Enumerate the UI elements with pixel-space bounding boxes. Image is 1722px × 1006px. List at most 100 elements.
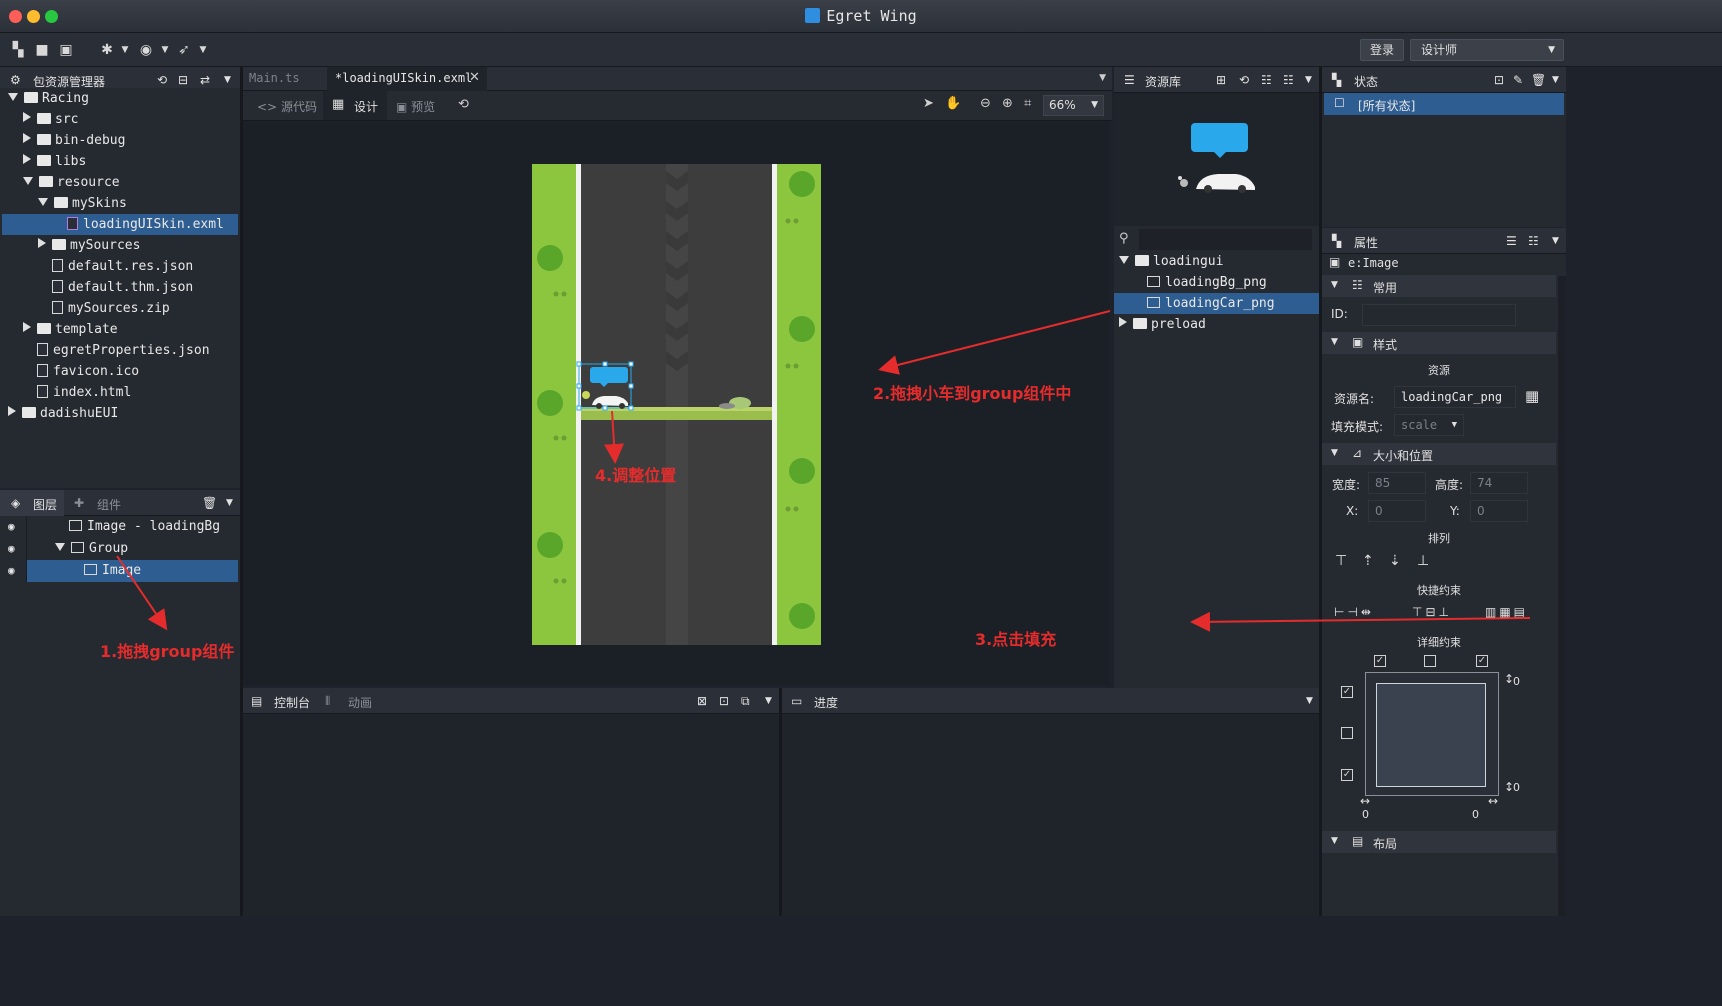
resource-search-input[interactable] [1139, 229, 1312, 250]
collapsed-arrow-icon[interactable] [23, 322, 31, 332]
layer-item[interactable]: ◉ Group [2, 538, 238, 560]
tab-components[interactable]: 组件 [97, 496, 121, 513]
project-tree-item[interactable]: favicon.ico [2, 361, 238, 382]
expanded-arrow-icon[interactable] [38, 198, 48, 206]
refresh-icon[interactable]: ⟲ [157, 73, 167, 87]
sort-icon[interactable]: ☰ [1506, 234, 1517, 248]
align-up-icon[interactable]: ⇡ [1362, 553, 1374, 569]
open-folder-icon[interactable]: ▚ [9, 41, 27, 59]
section-style[interactable]: ▼ ▣ 样式 [1322, 332, 1556, 354]
chevron-down-icon[interactable]: ▼ [765, 696, 772, 706]
link-icon[interactable]: ⇄ [200, 73, 210, 87]
edit-icon[interactable]: ✎ [1513, 73, 1523, 87]
resource-tree-item[interactable]: loadingBg_png [1114, 272, 1319, 293]
clear-log-icon[interactable]: ⊠ [697, 694, 707, 708]
resource-tree-item[interactable]: loadingCar_png [1114, 293, 1319, 314]
refresh-icon[interactable]: ⟲ [1239, 73, 1249, 87]
collapsed-arrow-icon[interactable] [23, 112, 31, 122]
layer-item[interactable]: ◉ Image - loadingBg [2, 516, 238, 538]
project-tree-item[interactable]: mySources [2, 235, 238, 256]
list-view-icon[interactable]: ☷ [1528, 234, 1539, 248]
chevron-down-icon[interactable]: ▼ [1552, 236, 1559, 246]
project-tree-item[interactable]: index.html [2, 382, 238, 403]
mode-source[interactable]: <> 源代码 [257, 98, 317, 115]
constraint-top-checkbox[interactable]: ✓ [1341, 686, 1353, 698]
section-common[interactable]: ▼ ☷ 常用 [1322, 275, 1556, 297]
height-input[interactable]: 74 [1470, 472, 1528, 494]
project-tree-item[interactable]: Racing [2, 88, 238, 109]
align-down-icon[interactable]: ⇣ [1389, 553, 1401, 569]
collapsed-arrow-icon[interactable] [38, 238, 46, 248]
constraint-left-value[interactable]: 0 [1362, 808, 1369, 821]
tab-console[interactable]: 控制台 [274, 694, 310, 711]
layer-item[interactable]: ◉ Image [2, 560, 238, 582]
publish-icon[interactable]: ➶ [175, 41, 193, 59]
tab-progress[interactable]: 进度 [814, 694, 838, 711]
expanded-arrow-icon[interactable] [55, 543, 65, 551]
fill-mode-select[interactable]: scale ▼ [1394, 414, 1464, 436]
add-state-icon[interactable]: ⊡ [1494, 73, 1504, 87]
grid-picker-icon[interactable]: ▦ [1525, 387, 1539, 405]
section-layout[interactable]: ▼ ▤ 布局 [1322, 831, 1556, 853]
constraint-right-checkbox[interactable]: ✓ [1476, 655, 1488, 667]
collapsed-arrow-icon[interactable] [1119, 317, 1127, 327]
project-tree-item[interactable]: default.thm.json [2, 277, 238, 298]
project-tree-item[interactable]: resource [2, 172, 238, 193]
chevron-down-icon[interactable]: ▼ [1306, 696, 1313, 706]
chevron-down-icon[interactable]: ▼ [226, 498, 233, 508]
close-icon[interactable]: ✕ [469, 70, 480, 85]
tab-animation[interactable]: 动画 [348, 694, 372, 711]
run-icon[interactable]: ◉ [137, 41, 155, 59]
project-tree-item[interactable]: mySources.zip [2, 298, 238, 319]
expanded-arrow-icon[interactable] [8, 93, 18, 101]
component-icon[interactable]: ✚ [74, 496, 84, 510]
constraint-right-value[interactable]: 0 [1472, 808, 1479, 821]
zoom-out-icon[interactable]: ⊖ [980, 96, 991, 111]
detail-view-icon[interactable]: ☷ [1283, 73, 1294, 87]
chevron-down-icon[interactable]: ▼ [224, 75, 231, 85]
add-group-icon[interactable]: ⊞ [1216, 73, 1226, 87]
scroll-lock-icon[interactable]: ⊡ [719, 694, 729, 708]
project-tree-item[interactable]: bin-debug [2, 130, 238, 151]
constraint-bottom-checkbox[interactable]: ✓ [1341, 769, 1353, 781]
zoom-in-icon[interactable]: ⊕ [1002, 96, 1013, 111]
fit-icon[interactable]: ⌗ [1024, 96, 1031, 111]
project-tree-item[interactable]: default.res.json [2, 256, 238, 277]
project-tree-item[interactable]: libs [2, 151, 238, 172]
eye-icon[interactable]: ◉ [8, 516, 15, 538]
expanded-arrow-icon[interactable] [1119, 256, 1129, 264]
constraint-vcenter-checkbox[interactable] [1341, 727, 1353, 739]
chevron-down-icon[interactable]: ▼ [116, 41, 134, 59]
constraint-vertical-icons[interactable]: ⊤⊟⊥ [1412, 605, 1452, 619]
resource-tree-item[interactable]: loadingui [1114, 251, 1319, 272]
resource-name-input[interactable]: loadingCar_png [1394, 386, 1516, 408]
chevron-down-icon[interactable]: ▼ [1305, 75, 1312, 85]
collapsed-arrow-icon[interactable] [8, 406, 16, 416]
chevron-down-icon[interactable]: ▼ [1552, 75, 1559, 85]
trash-icon[interactable]: 🗑 [1531, 73, 1546, 87]
align-bottom-icon[interactable]: ⊥ [1417, 553, 1429, 569]
collapse-icon[interactable]: ⊟ [178, 73, 188, 87]
collapsed-arrow-icon[interactable] [23, 133, 31, 143]
section-size-position[interactable]: ▼ ⊿ 大小和位置 [1322, 443, 1556, 465]
tab-main-ts[interactable]: Main.ts [249, 71, 300, 85]
id-input[interactable] [1362, 304, 1516, 326]
project-tree-item[interactable]: template [2, 319, 238, 340]
props-scrollbar[interactable] [1558, 276, 1566, 916]
mode-preview[interactable]: ▣ 预览 [396, 98, 435, 115]
select-pointer-icon[interactable]: ➤ [923, 96, 934, 111]
constraint-left-checkbox[interactable]: ✓ [1374, 655, 1386, 667]
collapsed-arrow-icon[interactable] [23, 154, 31, 164]
save-all-icon[interactable]: ▣ [57, 41, 75, 59]
new-console-icon[interactable]: ⧉ [741, 694, 750, 709]
debug-icon[interactable]: ✱ [98, 41, 116, 59]
project-tree-item[interactable]: mySkins [2, 193, 238, 214]
constraint-top-value[interactable]: 0 [1513, 675, 1520, 688]
width-input[interactable]: 85 [1368, 472, 1426, 494]
refresh-icon[interactable]: ⟲ [458, 97, 469, 112]
chevron-down-icon[interactable]: ▼ [156, 41, 174, 59]
state-item-all[interactable]: ☐ [所有状态] [1324, 93, 1564, 115]
align-top-icon[interactable]: ⊤ [1335, 553, 1347, 569]
constraint-horizontal-icons[interactable]: ⊢⊣⇹ [1334, 605, 1374, 619]
chevron-down-icon[interactable]: ▼ [194, 41, 212, 59]
